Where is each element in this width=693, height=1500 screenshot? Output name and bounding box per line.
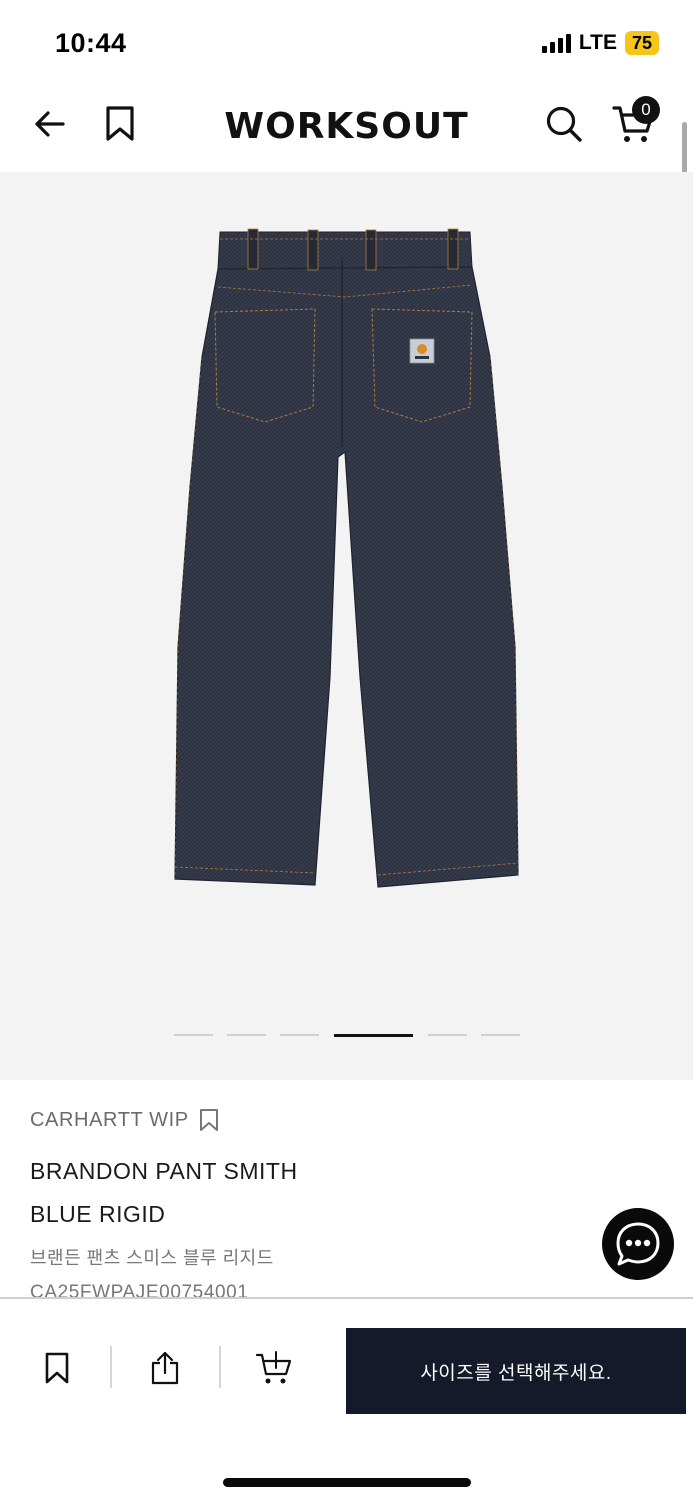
cart-plus-icon xyxy=(255,1351,292,1384)
status-bar: 10:44 LTE 75 xyxy=(0,0,693,88)
chat-button[interactable] xyxy=(602,1208,674,1280)
brand-row: CARHARTT WIP xyxy=(30,1108,630,1132)
gallery-dot[interactable] xyxy=(481,1034,520,1036)
select-size-button[interactable]: 사이즈를 선택해주세요. xyxy=(346,1328,686,1414)
share-button[interactable] xyxy=(137,1343,193,1393)
cart-count-badge: 0 xyxy=(632,96,660,124)
product-image xyxy=(174,228,519,888)
gallery-pagination xyxy=(0,1034,693,1038)
product-title-line2: BLUE RIGID xyxy=(30,1201,166,1227)
gallery-dot-active[interactable] xyxy=(334,1034,413,1037)
divider xyxy=(110,1346,112,1388)
share-icon xyxy=(151,1351,179,1385)
product-title-line1: BRANDON PANT SMITH xyxy=(30,1158,298,1184)
gallery-dot[interactable] xyxy=(174,1034,213,1036)
product-korean-name: 브랜든 팬츠 스미스 블루 리지드 xyxy=(30,1248,274,1268)
top-navigation: WORKSOUT 0 xyxy=(0,88,693,172)
cart-button[interactable]: 0 xyxy=(612,96,660,146)
divider xyxy=(219,1346,221,1388)
status-time: 10:44 xyxy=(55,28,127,58)
search-icon xyxy=(546,106,582,142)
chat-icon xyxy=(616,1222,660,1266)
search-button[interactable] xyxy=(542,102,586,146)
bookmark-icon xyxy=(45,1352,69,1384)
product-image-gallery[interactable] xyxy=(0,172,693,1080)
product-brand-link[interactable]: CARHARTT WIP xyxy=(30,1109,189,1132)
bottom-action-bar: 사이즈를 선택해주세요. xyxy=(0,1297,693,1500)
product-info: CARHARTT WIP BRANDON PANT SMITH BLUE RIG… xyxy=(30,1080,630,1304)
gallery-dot[interactable] xyxy=(428,1034,467,1036)
gallery-dot[interactable] xyxy=(227,1034,266,1036)
bookmark-icon[interactable] xyxy=(199,1108,219,1132)
gallery-dot[interactable] xyxy=(280,1034,319,1036)
status-indicators: LTE 75 xyxy=(541,31,659,55)
site-logo[interactable]: WORKSOUT xyxy=(0,106,693,147)
home-indicator[interactable] xyxy=(223,1478,471,1487)
signal-icon xyxy=(541,33,571,53)
add-to-cart-button[interactable] xyxy=(246,1343,302,1393)
battery-icon: 75 xyxy=(624,31,659,55)
network-label: LTE xyxy=(578,31,617,54)
wishlist-button[interactable] xyxy=(29,1343,85,1393)
